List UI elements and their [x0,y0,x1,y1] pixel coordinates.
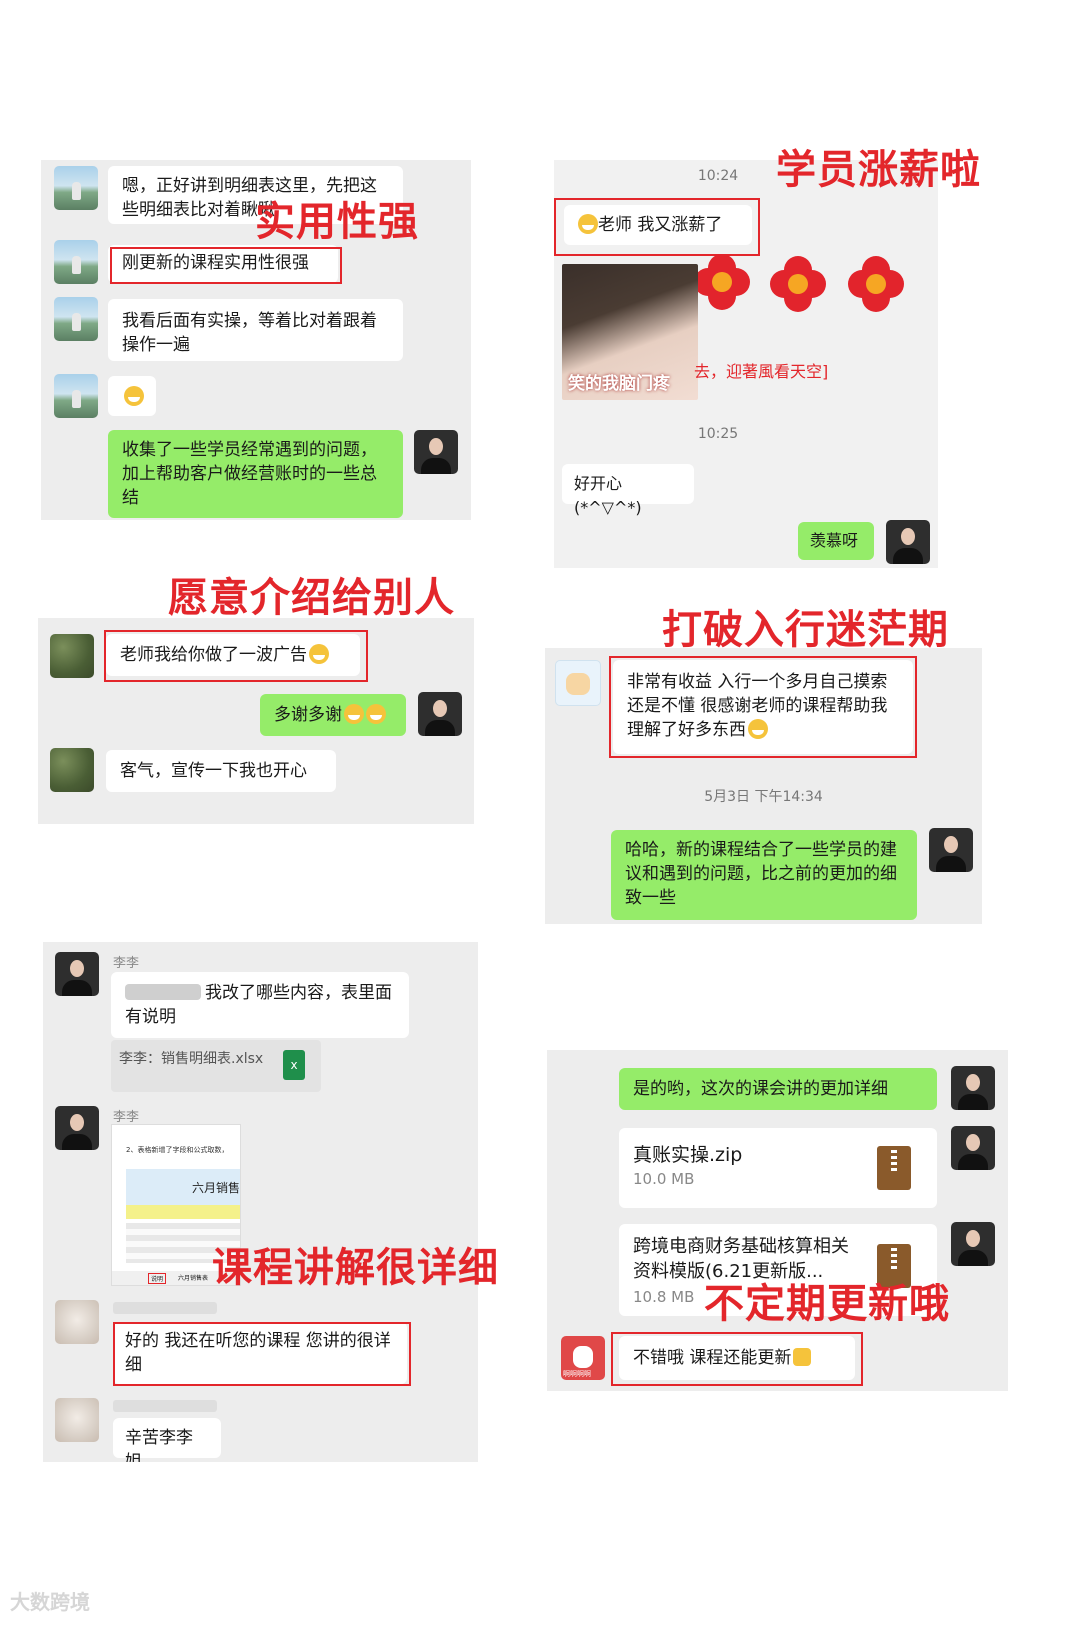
file-size: 10.8 MB [633,1288,695,1306]
file-size: 10.0 MB [633,1170,695,1188]
blurred-sender [113,1400,217,1412]
flower-decoration [694,254,750,310]
sheet-title: 六月销售 [192,1181,241,1195]
background-text: 去，迎著風看天空] [694,362,829,381]
avatar[interactable] [54,166,98,210]
avatar[interactable] [886,520,930,564]
highlight-box [110,247,342,284]
grin-emoji-icon [344,704,364,724]
highlight-box [104,630,368,682]
chat-panel-4: 非常有收益 入行一个多月自己摸索还是不懂 很感谢老师的课程帮助我理解了好多东西 … [545,648,982,924]
file-extension: x [290,1058,298,1072]
message-bubble: 客气，宣传一下我也开心 [106,750,336,792]
timestamp: 5月3日 下午14:34 [704,789,823,805]
watermark: 大数跨境 [10,1590,90,1614]
caption: 课程讲解很详细 [212,1245,499,1291]
chat-panel-5: 李李 我改了哪些内容，表里面有说明 李李：销售明细表.xlsx x 李李 2、表… [43,942,478,1462]
file-name: 李李：销售明细表.xlsx [119,1051,264,1067]
avatar[interactable] [418,692,462,736]
avatar[interactable] [951,1066,995,1110]
message-bubble: 是的哟，这次的课会讲的更加详细 [619,1068,937,1110]
caption: 实用性强 [255,199,419,245]
zip-file-icon [877,1146,911,1190]
avatar[interactable]: 啊啊啊啊 [561,1336,605,1380]
flower-decoration [848,256,904,312]
thinking-emoji-icon [124,386,144,406]
avatar[interactable] [555,660,601,706]
sender-name: 李李 [113,1110,140,1125]
file-name: 跨境电商财务基础核算相关资料模版(6.21更新版... [633,1236,849,1282]
sheet-note: 2、表格新增了字段和公式取数， [126,1146,229,1154]
chat-panel-2: 10:24 老师 我又涨薪了 笑的我脑门疼 去，迎著風看天空] 10:25 好开… [554,160,938,568]
message-bubble: 我看后面有实操，等着比对着跟着操作一遍 [108,299,403,361]
sticker-caption: 笑的我脑门疼 [568,374,670,394]
avatar[interactable] [55,1106,99,1150]
highlight-box [611,1332,863,1386]
caption: 学员涨薪啦 [776,147,981,193]
message-bubble: 多谢多谢 [260,694,406,736]
message-bubble: 哈哈，新的课程结合了一些学员的建议和遇到的问题，比之前的更加的细致一些 [611,830,917,920]
avatar[interactable] [951,1222,995,1266]
emoji-bubble [108,376,156,416]
caption: 愿意介绍给别人 [168,575,455,621]
sheet-tab[interactable]: 说明 [148,1273,167,1284]
highlight-box [113,1322,411,1386]
message-bubble: 我改了哪些内容，表里面有说明 [111,972,409,1038]
file-card[interactable]: 李李：销售明细表.xlsx x [111,1040,321,1092]
avatar[interactable] [414,430,458,474]
avatar[interactable] [951,1126,995,1170]
chat-panel-6: 是的哟，这次的课会讲的更加详细 真账实操.zip 10.0 MB 跨境电商财务基… [547,1050,1008,1391]
message-bubble: 收集了一些学员经常遇到的问题，加上帮助客户做经营账时的一些总结 [108,430,403,518]
chat-panel-3: 老师我给你做了一波广告 多谢多谢 客气，宣传一下我也开心 [38,618,474,824]
sticker-image[interactable]: 笑的我脑门疼 [562,264,698,400]
sender-name: 李李 [113,956,140,971]
avatar[interactable] [50,634,94,678]
avatar-label: 啊啊啊啊 [563,1370,591,1378]
excel-file-icon: x [283,1050,305,1080]
blurred-text [125,984,201,1000]
sheet-tab[interactable]: 六月销售表 [178,1273,208,1282]
avatar[interactable] [929,828,973,872]
avatar[interactable] [55,952,99,996]
avatar[interactable] [55,1300,99,1344]
flower-decoration [770,256,826,312]
highlight-box [554,198,760,256]
message-bubble: 羡慕呀 [798,522,874,560]
avatar[interactable] [54,374,98,418]
grin-emoji-icon [366,704,386,724]
avatar[interactable] [54,297,98,341]
file-name: 真账实操.zip [633,1144,743,1166]
avatar[interactable] [50,748,94,792]
avatar[interactable] [54,240,98,284]
timestamp: 10:25 [697,426,739,442]
caption: 不定期更新哦 [704,1281,950,1327]
file-card[interactable]: 真账实操.zip 10.0 MB [619,1128,937,1208]
blurred-sender [113,1302,217,1314]
avatar[interactable] [55,1398,99,1442]
message-bubble: 好开心 (*^▽^*) [562,464,694,517]
caption: 打破入行迷茫期 [662,607,949,653]
message-text: 多谢多谢 [274,705,342,725]
highlight-box [609,656,917,758]
message-bubble: 辛苦李李姐 [113,1418,221,1462]
